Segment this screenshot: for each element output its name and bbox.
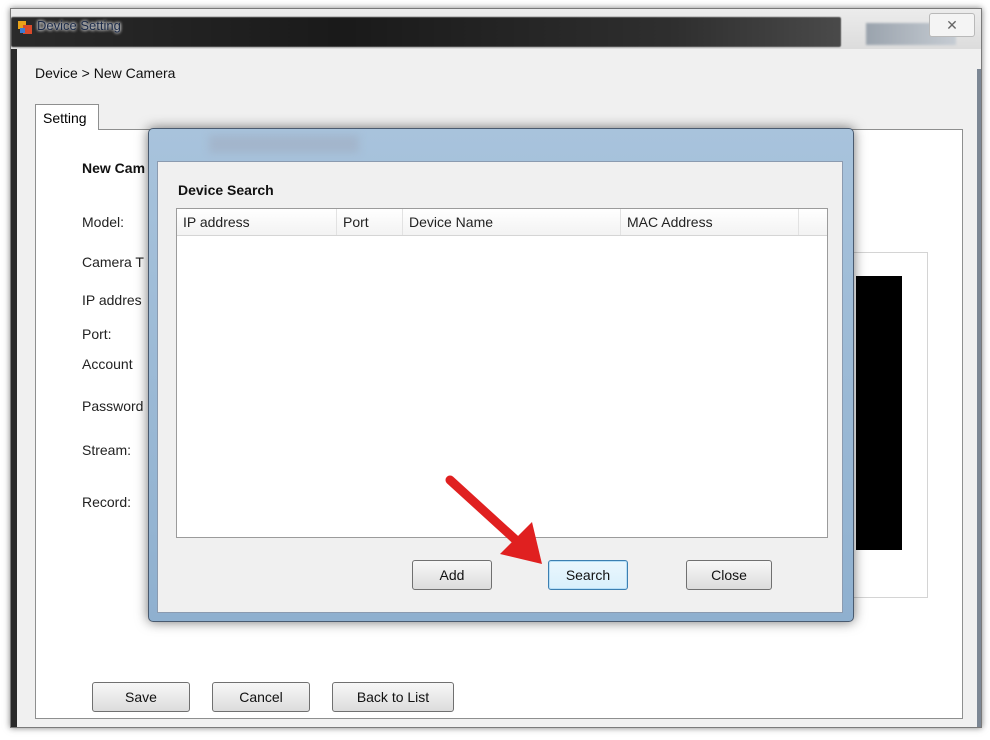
window-frame-right bbox=[977, 69, 981, 727]
column-ip-address[interactable]: IP address bbox=[177, 209, 337, 235]
stream-label: Stream: bbox=[82, 442, 132, 458]
close-button[interactable]: Close bbox=[686, 560, 772, 590]
device-list[interactable]: IP address Port Device Name MAC Address bbox=[176, 208, 828, 538]
column-device-name[interactable]: Device Name bbox=[403, 209, 621, 235]
save-button[interactable]: Save bbox=[92, 682, 190, 712]
form-heading: New Cam bbox=[82, 160, 146, 176]
camera-type-label: Camera T bbox=[82, 254, 144, 270]
password-label: Password bbox=[82, 398, 144, 414]
cancel-button[interactable]: Cancel bbox=[212, 682, 310, 712]
column-mac-address[interactable]: MAC Address bbox=[621, 209, 799, 235]
account-label: Account bbox=[82, 356, 133, 372]
titlebar-band bbox=[11, 17, 841, 47]
dialog-body: Device Search IP address Port Device Nam… bbox=[157, 161, 843, 613]
column-port[interactable]: Port bbox=[337, 209, 403, 235]
device-search-dialog: Device Search IP address Port Device Nam… bbox=[148, 128, 854, 622]
window-titlebar[interactable]: Device Setting ✕ bbox=[11, 9, 981, 49]
video-preview bbox=[856, 276, 902, 550]
record-label: Record: bbox=[82, 494, 132, 510]
window-frame-left bbox=[11, 49, 17, 727]
app-icon bbox=[18, 21, 32, 34]
close-icon[interactable]: ✕ bbox=[929, 13, 975, 37]
port-label: Port: bbox=[82, 326, 112, 342]
back-to-list-button[interactable]: Back to List bbox=[332, 682, 454, 712]
search-button[interactable]: Search bbox=[548, 560, 628, 590]
breadcrumb: Device > New Camera bbox=[35, 65, 176, 81]
device-list-header: IP address Port Device Name MAC Address bbox=[177, 209, 827, 236]
add-button[interactable]: Add bbox=[412, 560, 492, 590]
dialog-title-blur bbox=[209, 135, 359, 153]
dialog-title: Device Search bbox=[178, 182, 274, 198]
ip-address-label: IP addres bbox=[82, 292, 142, 308]
window-title: Device Setting bbox=[37, 18, 121, 33]
tab-setting[interactable]: Setting bbox=[35, 104, 99, 130]
model-label: Model: bbox=[82, 214, 125, 230]
